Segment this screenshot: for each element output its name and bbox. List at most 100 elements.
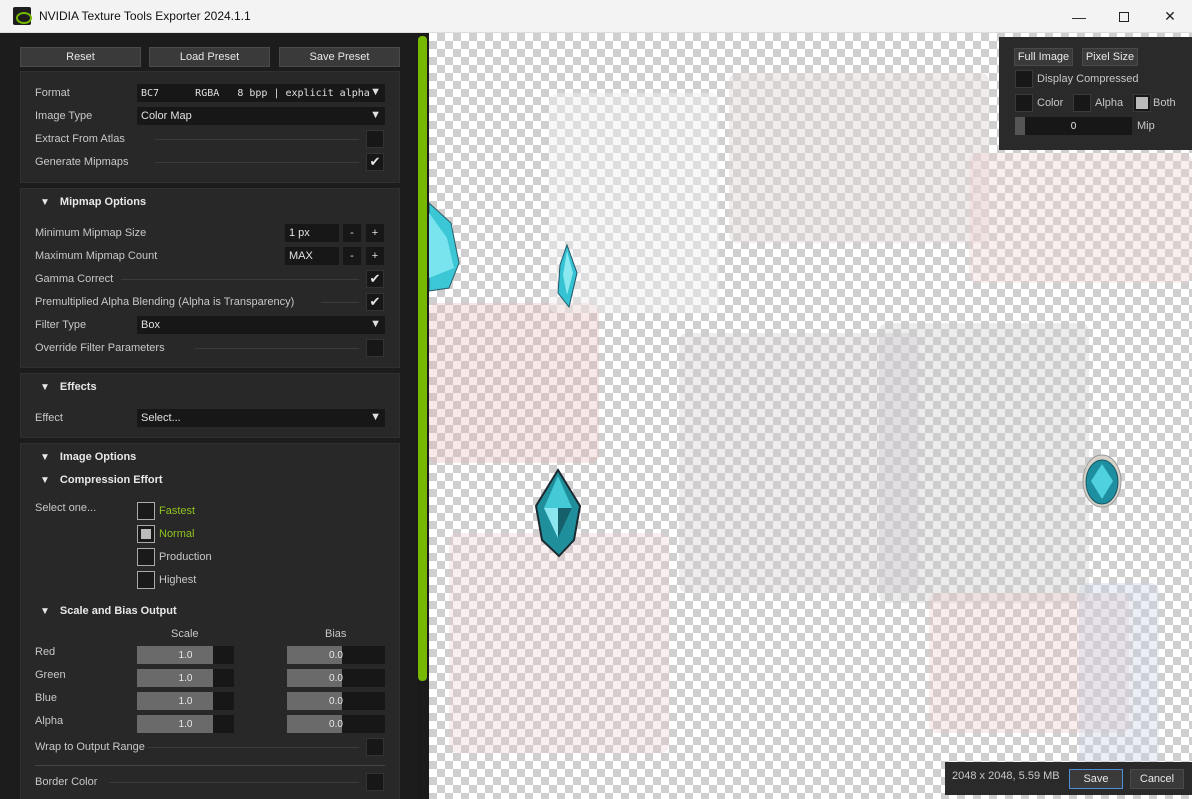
green-scale-slider[interactable]: 1.0: [137, 669, 234, 687]
save-button[interactable]: Save: [1069, 769, 1123, 789]
preset-toolbar: Reset Load Preset Save Preset: [20, 47, 400, 67]
full-image-button[interactable]: Full Image: [1014, 48, 1073, 66]
min-mipmap-size-input[interactable]: 1 px: [285, 224, 339, 242]
settings-content: Reset Load Preset Save Preset Format BC7…: [0, 33, 417, 799]
mipmap-options-section: ▼ Mipmap Options Minimum Mipmap Size 1 px…: [20, 188, 400, 368]
min-mipmap-size-label: Minimum Mipmap Size: [35, 227, 147, 239]
min-mipmap-size-increment[interactable]: +: [366, 224, 384, 242]
bias-column-header: Bias: [325, 628, 347, 640]
save-preset-button[interactable]: Save Preset: [279, 47, 400, 67]
gem-large-center: [534, 468, 582, 558]
effort-fastest-label[interactable]: Fastest: [159, 502, 195, 520]
alpha-bias-value: 0.0: [329, 718, 343, 730]
effort-production-label[interactable]: Production: [159, 548, 212, 566]
effort-fastest-radio[interactable]: [137, 502, 155, 520]
collapse-triangle-icon: ▼: [40, 451, 50, 463]
maximize-icon: [1119, 11, 1129, 22]
effect-dropdown[interactable]: Select... ▼: [137, 409, 385, 427]
load-preset-button[interactable]: Load Preset: [149, 47, 270, 67]
max-mipmap-count-label: Maximum Mipmap Count: [35, 250, 158, 262]
image-type-value: Color Map: [141, 110, 192, 122]
title-bar: NVIDIA Texture Tools Exporter 2024.1.1: [0, 0, 1192, 33]
mipmap-options-header[interactable]: ▼ Mipmap Options: [40, 193, 146, 211]
red-label: Red: [35, 646, 56, 658]
mip-level-slider[interactable]: 0: [1015, 117, 1132, 135]
cancel-button[interactable]: Cancel: [1130, 769, 1184, 789]
collapse-triangle-icon: ▼: [40, 605, 50, 617]
min-mipmap-size-decrement[interactable]: -: [343, 224, 361, 242]
blue-bias-slider[interactable]: 0.0: [287, 692, 385, 710]
blue-label: Blue: [35, 692, 58, 704]
texture-region: [1079, 583, 1159, 773]
gem-shard-small: [557, 243, 578, 309]
divider: [109, 782, 359, 783]
close-button[interactable]: ✕: [1147, 0, 1192, 33]
green-scale-value: 1.0: [178, 672, 193, 684]
alpha-label: Alpha: [35, 715, 64, 727]
effort-highest-label[interactable]: Highest: [159, 571, 196, 589]
alpha-bias-slider[interactable]: 0.0: [287, 715, 385, 733]
compression-effort-header[interactable]: ▼ Compression Effort: [40, 471, 163, 489]
generate-mipmaps-checkbox[interactable]: ✔: [366, 153, 384, 171]
pixel-size-button[interactable]: Pixel Size: [1082, 48, 1138, 66]
red-scale-slider[interactable]: 1.0: [137, 646, 234, 664]
filter-type-dropdown[interactable]: Box ▼: [137, 316, 385, 334]
scale-column-header: Scale: [171, 628, 199, 640]
texture-region: [969, 153, 1192, 283]
effort-production-radio[interactable]: [137, 548, 155, 566]
effects-section: ▼ Effects Effect Select... ▼: [20, 373, 400, 438]
image-options-header[interactable]: ▼ Image Options: [40, 448, 136, 466]
settings-scrollbar-thumb[interactable]: [418, 36, 427, 681]
texture-region: [879, 323, 1089, 603]
image-type-label: Image Type: [35, 110, 93, 122]
alpha-scale-slider[interactable]: 1.0: [137, 715, 234, 733]
override-filter-checkbox[interactable]: [366, 339, 384, 357]
scale-bias-title: Scale and Bias Output: [59, 605, 177, 617]
gem-oval-right: [1082, 454, 1122, 508]
nvidia-app-icon: [13, 7, 32, 25]
border-color-swatch[interactable]: [366, 773, 384, 791]
maximize-button[interactable]: [1101, 0, 1147, 33]
minimize-button[interactable]: —: [1056, 0, 1102, 33]
display-compressed-checkbox[interactable]: [1015, 70, 1033, 88]
collapse-triangle-icon: ▼: [40, 381, 50, 393]
image-info-text: 2048 x 2048, 5.59 MB: [952, 770, 1060, 782]
texture-region: [729, 73, 989, 243]
gamma-correct-label: Gamma Correct: [35, 273, 114, 285]
color-channel-label: Color: [1037, 97, 1064, 109]
reset-button[interactable]: Reset: [20, 47, 141, 67]
gamma-correct-checkbox[interactable]: ✔: [366, 270, 384, 288]
effort-highest-radio[interactable]: [137, 571, 155, 589]
alpha-scale-value: 1.0: [178, 718, 193, 730]
max-mipmap-count-input[interactable]: MAX: [285, 247, 339, 265]
divider: [321, 302, 359, 303]
color-channel-radio[interactable]: [1015, 94, 1033, 112]
scale-bias-header[interactable]: ▼ Scale and Bias Output: [40, 602, 177, 620]
image-type-dropdown[interactable]: Color Map ▼: [137, 107, 385, 125]
blue-bias-value: 0.0: [329, 695, 343, 707]
border-color-label: Border Color: [35, 776, 98, 788]
both-channels-radio[interactable]: [1133, 94, 1151, 112]
filter-type-value: Box: [141, 319, 160, 331]
effects-header[interactable]: ▼ Effects: [40, 378, 97, 396]
image-options-section: ▼ Image Options ▼ Compression Effort Selec…: [20, 443, 400, 799]
green-bias-slider[interactable]: 0.0: [287, 669, 385, 687]
effort-normal-radio[interactable]: [137, 525, 155, 543]
wrap-output-checkbox[interactable]: [366, 738, 384, 756]
effort-normal-label[interactable]: Normal: [159, 525, 194, 543]
max-mipmap-count-decrement[interactable]: -: [343, 247, 361, 265]
format-dropdown[interactable]: BC7 RGBA 8 bpp | explicit alpha ▼: [137, 84, 385, 102]
red-bias-slider[interactable]: 0.0: [287, 646, 385, 664]
texture-region: [449, 533, 669, 753]
premultiplied-alpha-checkbox[interactable]: ✔: [366, 293, 384, 311]
extract-from-atlas-checkbox[interactable]: [366, 130, 384, 148]
select-one-label: Select one...: [35, 502, 97, 514]
gem-fragment-left: [429, 202, 460, 292]
blue-scale-slider[interactable]: 1.0: [137, 692, 234, 710]
collapse-triangle-icon: ▼: [40, 474, 50, 486]
max-mipmap-count-increment[interactable]: +: [366, 247, 384, 265]
compression-effort-title: Compression Effort: [59, 474, 163, 486]
alpha-channel-radio[interactable]: [1073, 94, 1091, 112]
check-icon: ✔: [369, 154, 381, 169]
format-value: BC7 RGBA 8 bpp | explicit alpha: [141, 87, 370, 99]
